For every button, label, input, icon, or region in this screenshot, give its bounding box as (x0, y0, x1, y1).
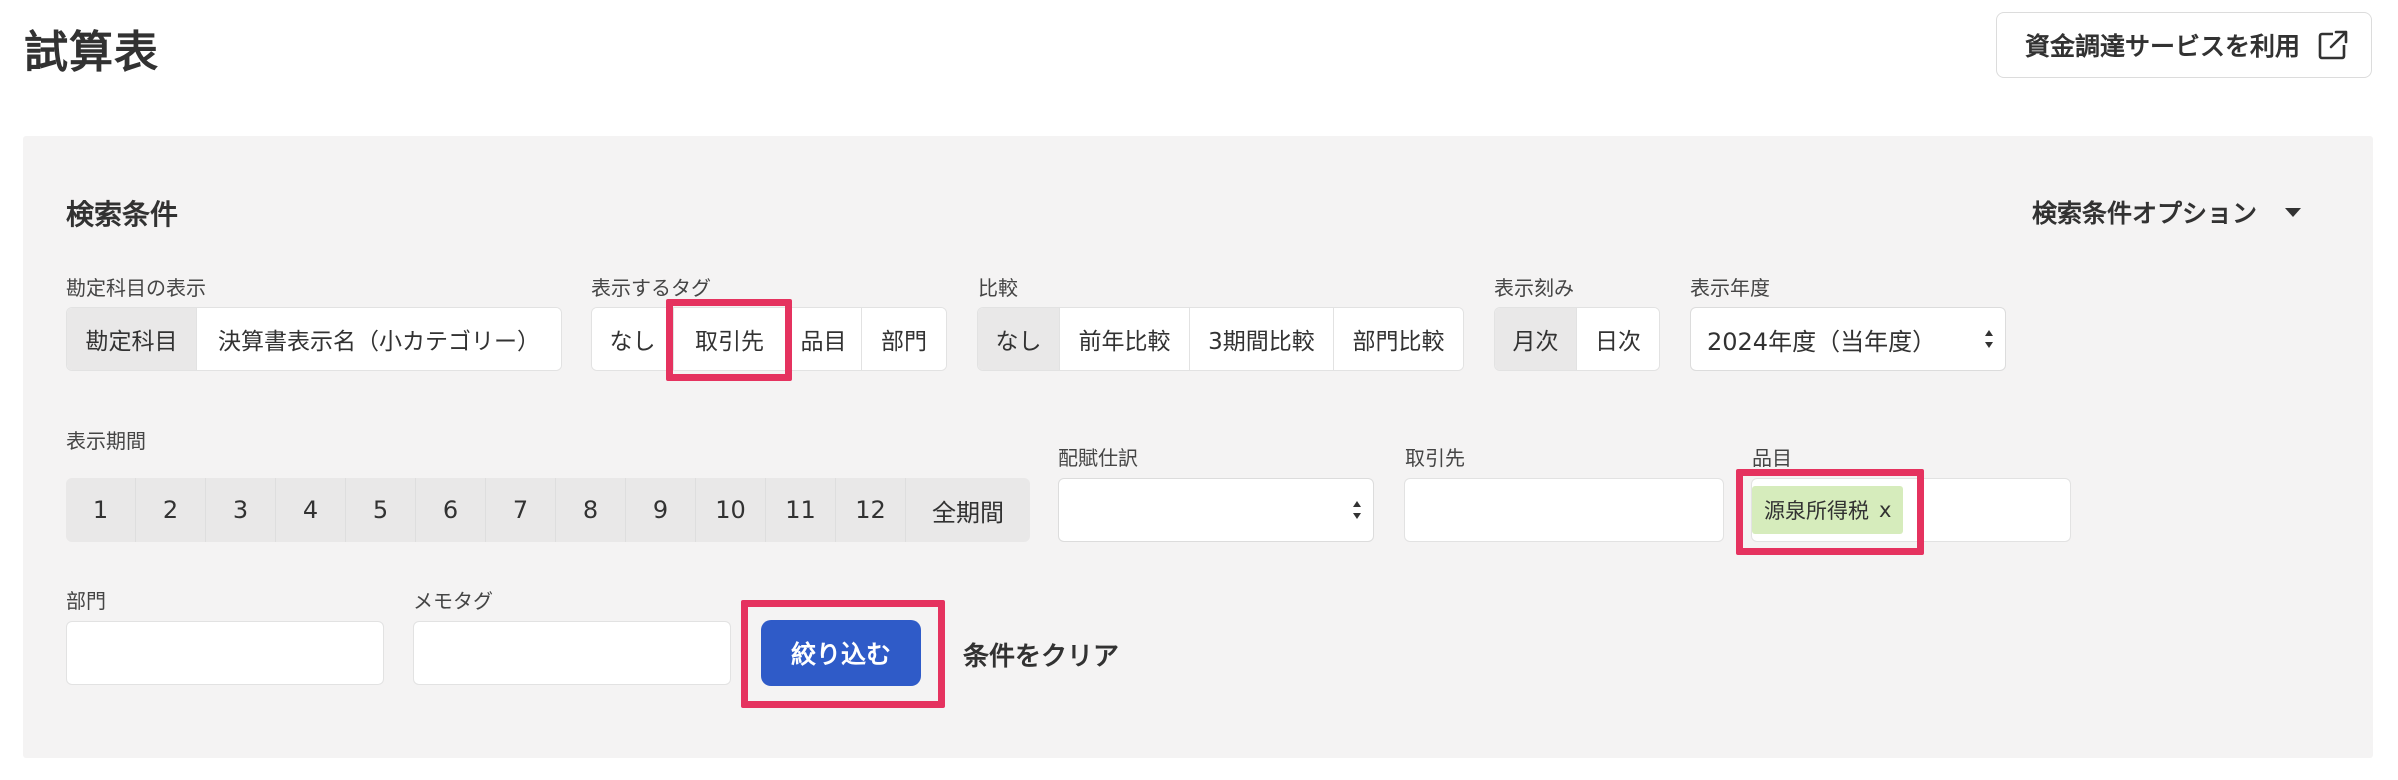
filter-button[interactable]: 絞り込む (761, 620, 921, 686)
search-title: 検索条件 (66, 198, 179, 231)
external-link-icon (2318, 29, 2349, 60)
partner-input[interactable] (1404, 478, 1724, 542)
period-label: 表示期間 (66, 429, 146, 453)
fiscal-year-select[interactable]: 2024年度（当年度） (1690, 307, 2006, 371)
period-option[interactable]: 7 (486, 478, 556, 542)
search-options-label: 検索条件オプション (2032, 199, 2258, 228)
tag-option-none[interactable]: なし (592, 308, 674, 370)
account-display-option-statement-name[interactable]: 決算書表示名（小カテゴリー） (197, 308, 561, 370)
memo-tag-input[interactable] (413, 621, 731, 685)
period-option[interactable]: 3 (206, 478, 276, 542)
granularity-segment: 月次 日次 (1494, 307, 1660, 371)
comparison-label: 比較 (978, 276, 1018, 300)
memo-tag-label: メモタグ (413, 589, 493, 613)
comparison-option-previous-year[interactable]: 前年比較 (1060, 308, 1190, 370)
allocation-label: 配賦仕訳 (1058, 446, 1138, 470)
tag-option-item[interactable]: 品目 (786, 308, 862, 370)
tag-display-segment: なし 取引先 品目 部門 (591, 307, 947, 371)
account-display-option-account[interactable]: 勘定科目 (67, 308, 197, 370)
period-option[interactable]: 4 (276, 478, 346, 542)
tag-option-department[interactable]: 部門 (862, 308, 946, 370)
chevron-down-icon (2285, 207, 2302, 217)
item-tag-label: 源泉所得税 (1764, 499, 1869, 523)
fiscal-year-value: 2024年度（当年度） (1707, 327, 1937, 356)
account-display-segment: 勘定科目 決算書表示名（小カテゴリー） (66, 307, 562, 371)
period-option[interactable]: 5 (346, 478, 416, 542)
period-option[interactable]: 9 (626, 478, 696, 542)
period-selector: 1 2 3 4 5 6 7 8 9 10 11 12 全期間 (66, 478, 1030, 542)
search-options-toggle[interactable]: 検索条件オプション (2032, 194, 2302, 230)
item-tag-chip: 源泉所得税 x (1752, 486, 1904, 534)
partner-label: 取引先 (1405, 446, 1465, 470)
chip-remove-icon[interactable]: x (1879, 498, 1891, 522)
item-label: 品目 (1752, 446, 1792, 470)
fiscal-year-label: 表示年度 (1690, 276, 1770, 300)
comparison-option-three-periods[interactable]: 3期間比較 (1190, 308, 1334, 370)
period-option-all[interactable]: 全期間 (906, 478, 1030, 542)
clear-conditions-link[interactable]: 条件をクリア (963, 636, 1119, 673)
tag-option-partner[interactable]: 取引先 (674, 308, 786, 370)
period-option[interactable]: 2 (136, 478, 206, 542)
comparison-segment: なし 前年比較 3期間比較 部門比較 (977, 307, 1464, 371)
page-title: 試算表 (24, 27, 159, 78)
account-display-label: 勘定科目の表示 (66, 276, 206, 300)
department-label: 部門 (66, 589, 106, 613)
comparison-option-department[interactable]: 部門比較 (1334, 308, 1463, 370)
select-arrows-icon (1985, 330, 1993, 348)
period-option[interactable]: 6 (416, 478, 486, 542)
funding-service-label: 資金調達サービスを利用 (2025, 32, 2301, 61)
tag-display-label: 表示するタグ (591, 276, 711, 300)
period-option[interactable]: 1 (66, 478, 136, 542)
period-option[interactable]: 12 (836, 478, 906, 542)
allocation-select[interactable] (1058, 478, 1374, 542)
granularity-label: 表示刻み (1494, 276, 1574, 300)
granularity-option-daily[interactable]: 日次 (1577, 308, 1659, 370)
comparison-option-none[interactable]: なし (978, 308, 1060, 370)
period-option[interactable]: 10 (696, 478, 766, 542)
funding-service-button[interactable]: 資金調達サービスを利用 (1996, 12, 2372, 78)
period-option[interactable]: 11 (766, 478, 836, 542)
select-arrows-icon (1353, 501, 1361, 519)
granularity-option-monthly[interactable]: 月次 (1495, 308, 1577, 370)
department-input[interactable] (66, 621, 384, 685)
period-option[interactable]: 8 (556, 478, 626, 542)
